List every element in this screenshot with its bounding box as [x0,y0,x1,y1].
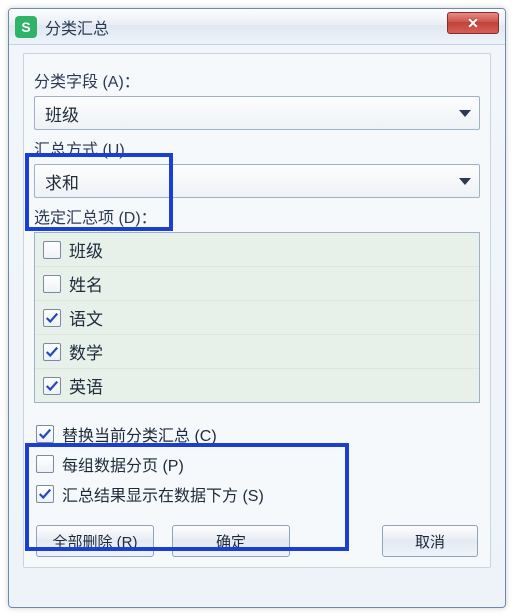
checkbox[interactable] [36,455,54,473]
options-section: 替换当前分类汇总 (C) 每组数据分页 (P) 汇总结果显示在数据下方 (S) [34,415,480,515]
list-item[interactable]: 数学 [35,335,479,369]
category-field-value: 班级 [45,101,79,126]
summary-method-label: 汇总方式 (U) [34,136,480,160]
list-item[interactable]: 班级 [35,233,479,267]
list-item-label: 英语 [69,373,103,398]
app-icon-letter: S [21,19,30,35]
option-label: 汇总结果显示在数据下方 (S) [62,482,264,506]
category-field-label: 分类字段 (A)： [34,68,480,92]
list-item[interactable]: 语文 [35,301,479,335]
button-label: 取消 [415,531,445,552]
delete-all-button[interactable]: 全部删除 (R) [36,525,154,557]
close-button[interactable]: ✕ [447,12,499,34]
dialog-body: 分类字段 (A)： 班级 汇总方式 (U) 求和 选定汇总项 (D)： 班级 [9,45,505,578]
titlebar[interactable]: S 分类汇总 ✕ [9,9,505,45]
checkbox[interactable] [36,485,54,503]
list-item[interactable]: 英语 [35,369,479,402]
dialog-window: S 分类汇总 ✕ 分类字段 (A)： 班级 汇总方式 (U) 求和 选定汇总项 … [8,8,506,608]
ok-button[interactable]: 确定 [172,525,290,557]
list-item-label: 语文 [69,305,103,330]
window-title: 分类汇总 [45,15,109,39]
list-item-label: 班级 [69,237,103,262]
button-label: 确定 [216,531,246,552]
checkbox[interactable] [43,377,61,395]
cancel-button[interactable]: 取消 [382,525,478,557]
summary-items-label: 选定汇总项 (D)： [34,204,480,228]
checkbox[interactable] [43,343,61,361]
summary-items-listbox[interactable]: 班级 姓名 语文 数学 [34,232,480,403]
button-label: 全部删除 (R) [53,531,138,552]
category-field-combo[interactable]: 班级 [34,96,480,130]
checkbox[interactable] [43,275,61,293]
list-item[interactable]: 姓名 [35,267,479,301]
option-row[interactable]: 汇总结果显示在数据下方 (S) [36,479,478,509]
chevron-down-icon [459,110,471,117]
option-label: 每组数据分页 (P) [62,452,184,476]
app-icon: S [15,16,37,38]
checkmark-icon [45,345,59,359]
list-item-label: 姓名 [69,271,103,296]
checkmark-icon [45,311,59,325]
checkbox[interactable] [43,309,61,327]
checkbox[interactable] [43,241,61,259]
summary-method-value: 求和 [45,169,79,194]
list-item-label: 数学 [69,339,103,364]
option-row[interactable]: 每组数据分页 (P) [36,449,478,479]
close-icon: ✕ [467,15,479,32]
checkmark-icon [38,427,52,441]
checkbox[interactable] [36,425,54,443]
option-label: 替换当前分类汇总 (C) [62,422,217,446]
checkmark-icon [38,487,52,501]
checkmark-icon [45,379,59,393]
dialog-group: 分类字段 (A)： 班级 汇总方式 (U) 求和 选定汇总项 (D)： 班级 [23,53,491,568]
option-row[interactable]: 替换当前分类汇总 (C) [36,419,478,449]
chevron-down-icon [459,178,471,185]
summary-method-combo[interactable]: 求和 [34,164,480,198]
button-row: 全部删除 (R) 确定 取消 [34,525,480,557]
